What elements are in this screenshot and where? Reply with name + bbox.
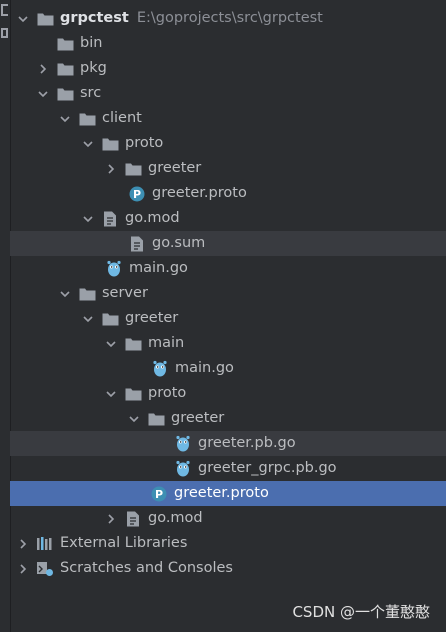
proto-file-icon: P bbox=[150, 486, 168, 502]
folder-label: server bbox=[102, 285, 148, 301]
tree-row-server-main[interactable]: main bbox=[10, 331, 446, 356]
tree-row-server-proto[interactable]: proto bbox=[10, 381, 446, 406]
chevron-right-icon[interactable] bbox=[104, 512, 118, 526]
file-label: greeter.pb.go bbox=[198, 435, 296, 451]
tree-row-server-gomod[interactable]: go.mod bbox=[10, 506, 446, 531]
chevron-down-icon[interactable] bbox=[127, 412, 141, 426]
tree-row-client-greeter[interactable]: greeter bbox=[10, 156, 446, 181]
folder-icon bbox=[124, 161, 142, 177]
gopher-icon bbox=[174, 460, 192, 477]
tree-row-server-greeter-proto[interactable]: P greeter.proto bbox=[10, 481, 446, 506]
chevron-down-icon[interactable] bbox=[58, 287, 72, 301]
tree-row-bin[interactable]: bin bbox=[10, 31, 446, 56]
project-tree: grpctest E:\goprojects\src\grpctest bin … bbox=[10, 6, 446, 581]
svg-text:P: P bbox=[155, 488, 163, 501]
folder-icon bbox=[101, 311, 119, 327]
library-icon bbox=[36, 536, 54, 552]
document-icon bbox=[128, 236, 146, 252]
folder-icon bbox=[56, 61, 74, 77]
folder-label: greeter bbox=[125, 310, 179, 326]
tree-row-client-gomod[interactable]: go.mod bbox=[10, 206, 446, 231]
folder-label: greeter bbox=[148, 160, 202, 176]
gopher-icon bbox=[105, 260, 123, 277]
tree-row-pkg[interactable]: pkg bbox=[10, 56, 446, 81]
tree-row-client-gosum[interactable]: go.sum bbox=[10, 231, 446, 256]
chevron-down-icon[interactable] bbox=[104, 337, 118, 351]
folder-label: pkg bbox=[80, 60, 107, 76]
file-label: go.sum bbox=[152, 235, 206, 251]
gopher-icon bbox=[174, 435, 192, 452]
project-tool-icon[interactable] bbox=[1, 4, 8, 16]
tree-row-client[interactable]: client bbox=[10, 106, 446, 131]
gopher-icon bbox=[151, 360, 169, 377]
tree-row-server[interactable]: server bbox=[10, 281, 446, 306]
chevron-down-icon[interactable] bbox=[58, 112, 72, 126]
tree-row-client-greeter-proto[interactable]: P greeter.proto bbox=[10, 181, 446, 206]
chevron-right-icon[interactable] bbox=[104, 162, 118, 176]
chevron-down-icon[interactable] bbox=[81, 137, 95, 151]
tree-row-greeter-grpc-pb-go[interactable]: greeter_grpc.pb.go bbox=[10, 456, 446, 481]
folder-label: main bbox=[148, 335, 185, 351]
file-label: go.mod bbox=[125, 210, 180, 226]
external-libraries-label: External Libraries bbox=[60, 535, 188, 551]
document-icon bbox=[101, 211, 119, 227]
folder-label: client bbox=[102, 110, 142, 126]
folder-label: proto bbox=[125, 135, 164, 151]
file-label: greeter.proto bbox=[152, 185, 247, 201]
svg-text:P: P bbox=[133, 188, 141, 201]
folder-icon bbox=[124, 336, 142, 352]
project-path: E:\goprojects\src\grpctest bbox=[136, 10, 323, 26]
tree-row-external-libraries[interactable]: External Libraries bbox=[10, 531, 446, 556]
structure-tool-icon[interactable] bbox=[1, 28, 8, 38]
chevron-down-icon[interactable] bbox=[36, 87, 50, 101]
scratches-icon bbox=[36, 561, 54, 577]
file-label: main.go bbox=[175, 360, 234, 376]
tree-row-scratches[interactable]: Scratches and Consoles bbox=[10, 556, 446, 581]
scratches-label: Scratches and Consoles bbox=[60, 560, 233, 576]
tree-row-server-greeter[interactable]: greeter bbox=[10, 306, 446, 331]
tree-row-client-proto[interactable]: proto bbox=[10, 131, 446, 156]
folder-icon bbox=[124, 386, 142, 402]
document-icon bbox=[124, 511, 142, 527]
chevron-down-icon[interactable] bbox=[104, 387, 118, 401]
folder-icon bbox=[36, 11, 54, 27]
folder-icon bbox=[78, 286, 96, 302]
chevron-down-icon[interactable] bbox=[16, 12, 30, 26]
file-label: greeter.proto bbox=[174, 485, 269, 501]
tree-row-server-proto-greeter[interactable]: greeter bbox=[10, 406, 446, 431]
chevron-right-icon[interactable] bbox=[16, 537, 30, 551]
file-label: greeter_grpc.pb.go bbox=[198, 460, 337, 476]
folder-icon bbox=[78, 111, 96, 127]
chevron-right-icon[interactable] bbox=[36, 62, 50, 76]
chevron-right-icon[interactable] bbox=[16, 562, 30, 576]
watermark: CSDN @一个董憨憨 bbox=[292, 603, 430, 621]
folder-label: bin bbox=[80, 35, 103, 51]
chevron-down-icon[interactable] bbox=[81, 312, 95, 326]
chevron-down-icon[interactable] bbox=[81, 212, 95, 226]
folder-label: src bbox=[80, 85, 102, 101]
tree-row-client-maingo[interactable]: main.go bbox=[10, 256, 446, 281]
tree-row-root[interactable]: grpctest E:\goprojects\src\grpctest bbox=[10, 6, 446, 31]
folder-icon bbox=[56, 36, 74, 52]
tree-row-server-maingo[interactable]: main.go bbox=[10, 356, 446, 381]
folder-icon bbox=[56, 86, 74, 102]
folder-icon bbox=[101, 136, 119, 152]
folder-icon bbox=[147, 411, 165, 427]
file-label: main.go bbox=[129, 260, 188, 276]
project-name: grpctest bbox=[60, 10, 129, 26]
tree-row-greeter-pb-go[interactable]: greeter.pb.go bbox=[10, 431, 446, 456]
folder-label: greeter bbox=[171, 410, 225, 426]
tree-row-src[interactable]: src bbox=[10, 81, 446, 106]
folder-label: proto bbox=[148, 385, 187, 401]
proto-file-icon: P bbox=[128, 186, 146, 202]
file-label: go.mod bbox=[148, 510, 203, 526]
